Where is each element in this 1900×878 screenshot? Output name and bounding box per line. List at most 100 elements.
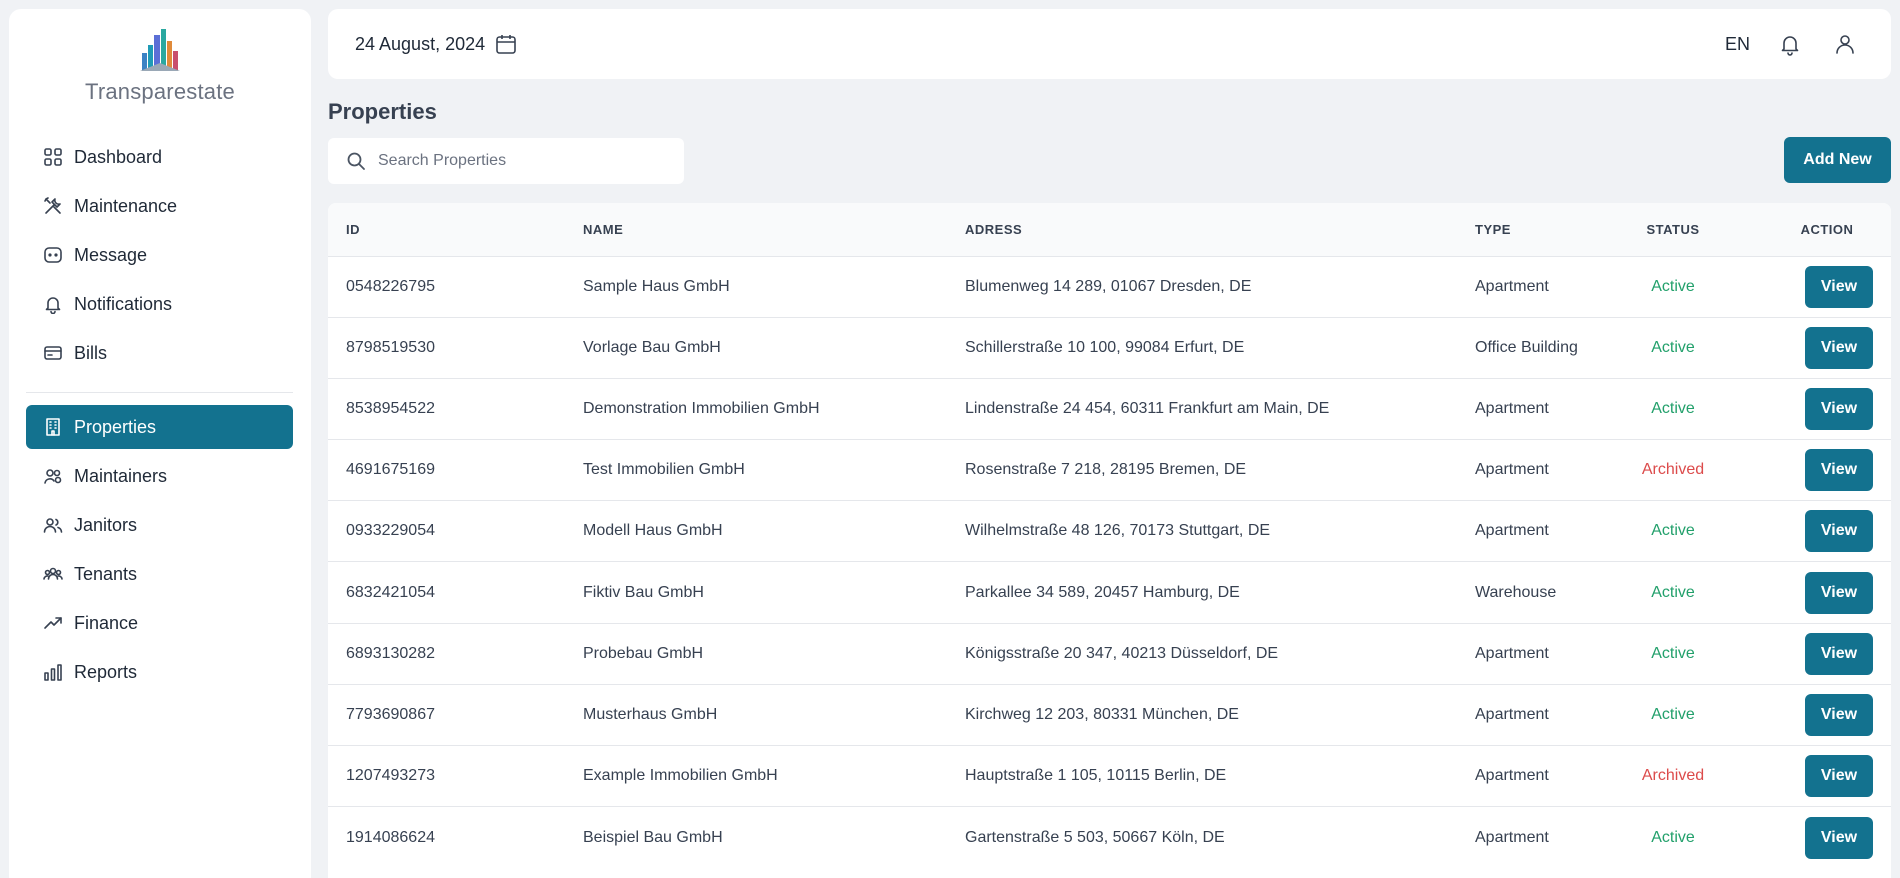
- sidebar-item-notifications[interactable]: Notifications: [26, 282, 293, 326]
- cell-address: Parkallee 34 589, 20457 Hamburg, DE: [965, 583, 1240, 601]
- cell-type: Apartment: [1475, 828, 1549, 846]
- table-row[interactable]: 1914086624 Beispiel Bau GmbH Gartenstraße …: [328, 806, 1891, 868]
- action-cell: View: [1725, 256, 1891, 317]
- table-row[interactable]: 0548226795 Sample Haus GmbH Blumenweg 14 2…: [328, 256, 1891, 317]
- status-badge-cell: Archived: [1621, 746, 1725, 807]
- cell-name: Test Immobilien GmbH: [583, 461, 745, 479]
- sidebar-item-label: Bills: [74, 342, 108, 363]
- cell-address: Wilhelmstraße 48 126, 70173 Stuttgart, D…: [965, 522, 1271, 540]
- sidebar-item-janitors[interactable]: Janitors: [26, 503, 293, 547]
- column-header-name[interactable]: NAME: [583, 203, 965, 256]
- cell-name-cell: Test Immobilien GmbH: [583, 440, 965, 501]
- cell-name-cell: Modell Haus GmbH: [583, 501, 965, 562]
- cell-name: Example Immobilien GmbH: [583, 767, 778, 785]
- cell-id: 6832421054: [346, 583, 435, 601]
- search-box[interactable]: [328, 138, 684, 184]
- table-row[interactable]: 8798519530 Vorlage Bau GmbH Schillerstraße…: [328, 317, 1891, 378]
- sidebar-item-maintenance[interactable]: Maintenance: [26, 184, 293, 228]
- cell-name-cell: Demonstration Immobilien GmbH: [583, 378, 965, 439]
- sidebar-item-finance[interactable]: Finance: [26, 601, 293, 645]
- sidebar-item-label: Janitors: [74, 514, 138, 535]
- status-badge: Active: [1651, 705, 1695, 723]
- sidebar-item-label: Dashboard: [74, 146, 163, 167]
- table-row[interactable]: 8538954522 Demonstration Immobilien GmbH L…: [328, 378, 1891, 439]
- language-selector[interactable]: EN: [1725, 34, 1750, 55]
- sidebar-item-label: Maintenance: [74, 195, 178, 216]
- cell-type: Apartment: [1475, 644, 1549, 662]
- page-title: Properties: [328, 99, 437, 124]
- cell-name-cell: Fiktiv Bau GmbH: [583, 562, 965, 623]
- cell-id-cell: 8798519530: [328, 317, 583, 378]
- view-button[interactable]: View: [1805, 693, 1873, 736]
- view-button[interactable]: View: [1805, 816, 1873, 859]
- table-row[interactable]: 4691675169 Test Immobilien GmbH Rosenstraß…: [328, 439, 1891, 501]
- view-button[interactable]: View: [1805, 755, 1873, 798]
- view-button[interactable]: View: [1805, 387, 1873, 430]
- cell-type-cell: Apartment: [1475, 684, 1621, 745]
- cell-type-cell: Apartment: [1475, 256, 1621, 317]
- sidebar-item-tenants[interactable]: Tenants: [26, 552, 293, 596]
- brand[interactable]: Transparestate: [9, 9, 311, 129]
- cell-type-cell: Apartment: [1475, 501, 1621, 562]
- bell-icon[interactable]: [1776, 30, 1804, 58]
- status-badge-cell: Active: [1621, 623, 1725, 684]
- status-badge: Active: [1651, 277, 1695, 295]
- credit-card-icon: [42, 342, 64, 364]
- cell-type-cell: Apartment: [1475, 746, 1621, 807]
- view-button[interactable]: View: [1805, 510, 1873, 553]
- column-header-status[interactable]: STATUS: [1621, 203, 1725, 256]
- action-cell: View: [1725, 317, 1891, 378]
- cell-id-cell: 8538954522: [328, 378, 583, 439]
- sidebar-item-message[interactable]: Message: [26, 233, 293, 277]
- cell-id: 8798519530: [346, 338, 435, 356]
- status-badge-cell: Active: [1621, 256, 1725, 317]
- view-button[interactable]: View: [1805, 449, 1873, 492]
- search-icon: [347, 152, 365, 170]
- table-row[interactable]: 6893130282 Probebau GmbH Königsstraße 20 3…: [328, 623, 1891, 684]
- building-skyline-logo: [140, 29, 180, 71]
- cell-address: Kirchweg 12 203, 80331 München, DE: [965, 705, 1239, 723]
- sidebar-item-label: Tenants: [74, 563, 138, 584]
- grid-icon: [42, 146, 64, 168]
- users-icon: [42, 514, 64, 536]
- chat-icon: [42, 244, 64, 266]
- status-badge: Archived: [1641, 767, 1705, 785]
- action-cell: View: [1725, 378, 1891, 439]
- table-row[interactable]: 7793690867 Musterhaus GmbH Kirchweg 12 203…: [328, 684, 1891, 745]
- add-new-button[interactable]: Add New: [1784, 137, 1891, 183]
- group-icon: [42, 563, 64, 585]
- column-header-address[interactable]: ADRESS: [965, 203, 1475, 256]
- sidebar-item-label: Reports: [74, 661, 138, 682]
- cell-type: Apartment: [1475, 399, 1549, 417]
- sidebar-item-dashboard[interactable]: Dashboard: [26, 135, 293, 179]
- table-row[interactable]: 0933229054 Modell Haus GmbH Wilhelmstraße …: [328, 500, 1891, 562]
- table-row[interactable]: 6832421054 Fiktiv Bau GmbH Parkallee 34 58…: [328, 561, 1891, 623]
- column-header-type[interactable]: TYPE: [1475, 203, 1621, 256]
- status-badge-cell: Active: [1621, 684, 1725, 745]
- cell-name: Fiktiv Bau GmbH: [583, 583, 704, 601]
- view-button[interactable]: View: [1805, 265, 1873, 308]
- search-input[interactable]: [378, 152, 668, 170]
- user-icon[interactable]: [1831, 30, 1859, 58]
- cell-name-cell: Probebau GmbH: [583, 623, 965, 684]
- table-row[interactable]: 1207493273 Example Immobilien GmbH Hauptst…: [328, 745, 1891, 807]
- cell-type-cell: Office Building: [1475, 317, 1621, 378]
- cell-address: Rosenstraße 7 218, 28195 Bremen, DE: [965, 461, 1247, 479]
- column-header-id[interactable]: ID: [328, 203, 583, 256]
- sidebar-item-reports[interactable]: Reports: [26, 650, 293, 694]
- date-picker[interactable]: 24 August, 2024: [355, 33, 517, 55]
- cell-type: Apartment: [1475, 767, 1549, 785]
- sidebar-item-bills[interactable]: Bills: [26, 331, 293, 375]
- cell-type: Apartment: [1475, 277, 1549, 295]
- cell-id: 0933229054: [346, 522, 435, 540]
- view-button[interactable]: View: [1805, 326, 1873, 369]
- view-button[interactable]: View: [1805, 571, 1873, 614]
- view-button[interactable]: View: [1805, 632, 1873, 675]
- cell-name: Probebau GmbH: [583, 644, 704, 662]
- sidebar-item-properties[interactable]: Properties: [26, 405, 293, 449]
- sidebar-item-maintainers[interactable]: Maintainers: [26, 454, 293, 498]
- status-badge: Archived: [1641, 461, 1705, 479]
- action-cell: View: [1725, 562, 1891, 623]
- cell-type-cell: Apartment: [1475, 807, 1621, 868]
- cell-id: 0548226795: [346, 277, 435, 295]
